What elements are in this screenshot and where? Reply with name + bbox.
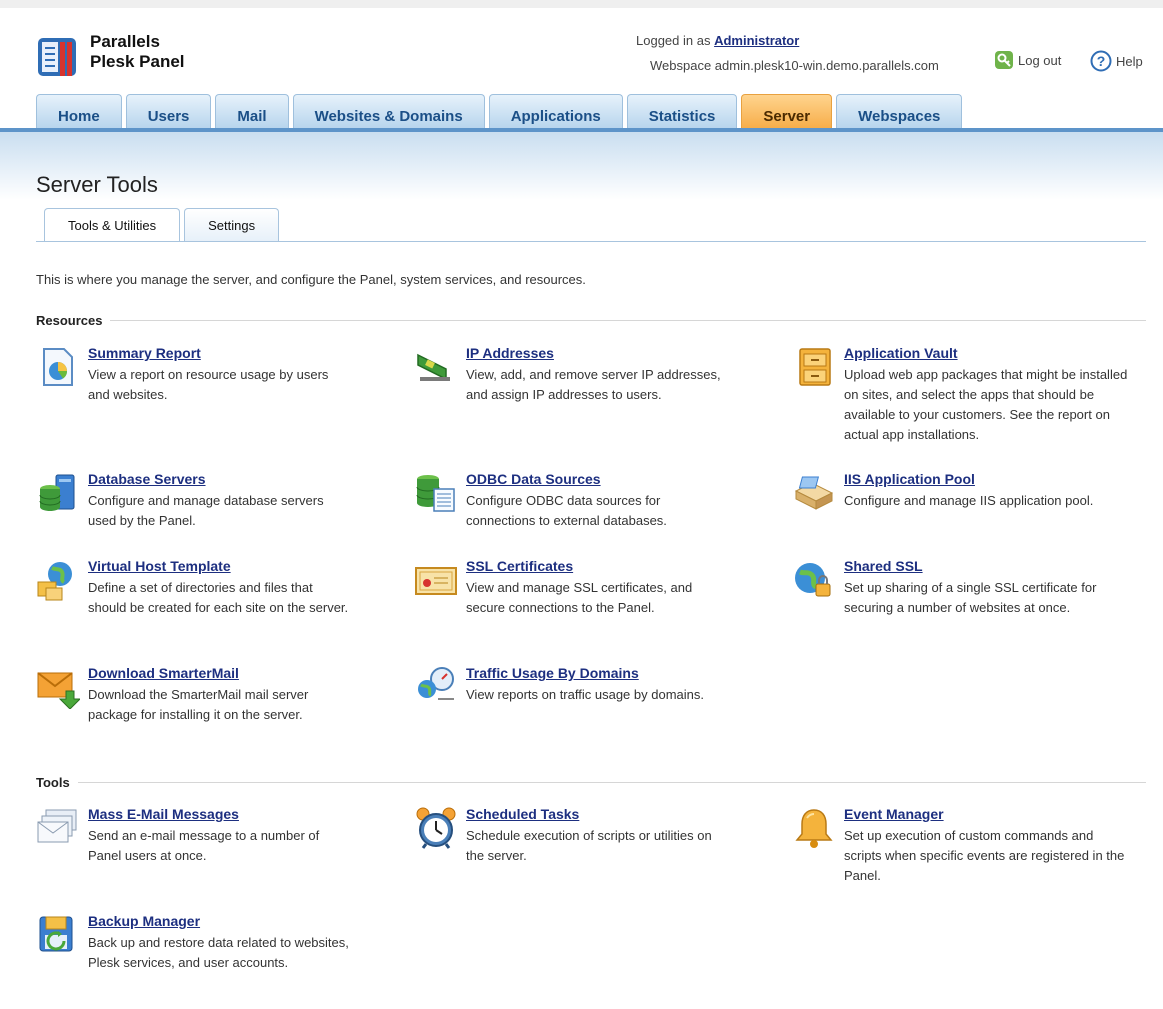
logged-in-info: Logged in as Administrator [636,33,799,48]
odbc-data-sources-desc: Configure ODBC data sources for connecti… [466,493,667,528]
summary-report-desc: View a report on resource usage by users… [88,367,329,402]
item-virtual-host-template: Virtual Host Template Define a set of di… [36,558,348,632]
item-scheduled-tasks: Scheduled Tasks Schedule execution of sc… [414,806,714,880]
item-download-smartermail: Download SmarterMail Download the Smarte… [36,665,336,739]
download-mail-icon [37,672,80,709]
backup-manager-link[interactable]: Backup Manager [88,913,200,929]
mass-email-link[interactable]: Mass E-Mail Messages [88,806,239,822]
header: Parallels Plesk Panel Logged in as Admin… [0,8,1163,138]
database-servers-desc: Configure and manage database servers us… [88,493,324,528]
subtab-settings[interactable]: Settings [184,208,280,242]
iis-application-pool-desc: Configure and manage IIS application poo… [844,493,1094,508]
event-manager-desc: Set up execution of custom commands and … [844,828,1125,883]
host-template-icon [37,562,72,601]
traffic-icon [418,667,454,700]
svg-text:?: ? [1097,53,1106,69]
help-link[interactable]: ? Help [1090,50,1143,72]
event-manager-link[interactable]: Event Manager [844,806,944,822]
scheduled-tasks-desc: Schedule execution of scripts or utiliti… [466,828,712,863]
download-smartermail-desc: Download the SmarterMail mail server pac… [88,687,309,722]
network-card-icon [417,353,450,381]
scheduled-tasks-link[interactable]: Scheduled Tasks [466,806,579,822]
item-traffic-usage: Traffic Usage By Domains View reports on… [414,665,714,739]
key-icon [995,51,1013,69]
vault-icon [799,348,831,386]
page-title: Server Tools [36,172,158,197]
app-pool-icon [794,476,834,510]
ip-addresses-desc: View, add, and remove server IP addresse… [466,367,721,402]
virtual-host-template-desc: Define a set of directories and files th… [88,580,349,615]
item-iis-application-pool: IIS Application Pool Configure and manag… [792,471,1093,545]
certificate-icon [415,567,457,595]
backup-icon [39,916,73,952]
item-shared-ssl: Shared SSL Set up sharing of a single SS… [792,558,1096,632]
traffic-usage-link[interactable]: Traffic Usage By Domains [466,665,639,681]
item-application-vault: Application Vault Upload web app package… [792,345,1127,442]
webspace-info: Webspace admin.plesk10-win.demo.parallel… [650,58,939,73]
tools-heading: Tools [36,775,1146,790]
summary-report-link[interactable]: Summary Report [88,345,201,361]
mass-email-desc: Send an e-mail message to a number of Pa… [88,828,320,863]
item-ip-addresses: IP Addresses View, add, and remove serve… [414,345,721,419]
subtab-divider [36,241,1146,242]
summary-report-icon [43,348,73,386]
subtab-tools-utilities[interactable]: Tools & Utilities [44,208,181,242]
ssl-certificates-desc: View and manage SSL certificates, and se… [466,580,693,615]
bell-icon [795,809,833,848]
tools-heading-label: Tools [36,775,70,790]
tools-rule [77,782,1146,783]
resources-heading: Resources [36,313,1146,328]
iis-application-pool-link[interactable]: IIS Application Pool [844,471,975,487]
logged-in-prefix: Logged in as [636,33,711,48]
odbc-icon [416,475,455,512]
odbc-data-sources-link[interactable]: ODBC Data Sources [466,471,601,487]
backup-manager-desc: Back up and restore data related to webs… [88,935,349,970]
database-server-icon [39,474,75,511]
mass-mail-icon [37,809,77,843]
help-label: Help [1116,53,1143,69]
item-mass-email: Mass E-Mail Messages Send an e-mail mess… [36,806,336,880]
virtual-host-template-link[interactable]: Virtual Host Template [88,558,231,574]
plesk-logo-icon [38,38,76,76]
item-odbc-data-sources: ODBC Data Sources Configure ODBC data so… [414,471,714,545]
traffic-usage-desc: View reports on traffic usage by domains… [466,687,704,702]
item-database-servers: Database Servers Configure and manage da… [36,471,336,545]
top-strip [0,0,1163,8]
user-link[interactable]: Administrator [714,33,799,48]
download-smartermail-link[interactable]: Download SmarterMail [88,665,239,681]
item-backup-manager: Backup Manager Back up and restore data … [36,913,349,987]
ssl-certificates-link[interactable]: SSL Certificates [466,558,573,574]
brand-name: Parallels Plesk Panel [90,32,185,72]
brand-line1: Parallels [90,32,160,51]
intro-text: This is where you manage the server, and… [36,272,586,287]
logout-link[interactable]: Log out [994,50,1061,70]
shared-ssl-icon [795,563,831,597]
ip-addresses-link[interactable]: IP Addresses [466,345,554,361]
application-vault-link[interactable]: Application Vault [844,345,958,361]
item-ssl-certificates: SSL Certificates View and manage SSL cer… [414,558,714,632]
item-summary-report: Summary Report View a report on resource… [36,345,336,419]
title-band [0,132,1163,200]
sub-tabs: Tools & Utilities Settings [44,208,280,242]
brand-line2: Plesk Panel [90,52,185,71]
logout-label: Log out [1018,52,1062,68]
database-servers-link[interactable]: Database Servers [88,471,206,487]
alarm-clock-icon [416,807,456,849]
shared-ssl-desc: Set up sharing of a single SSL certifica… [844,580,1097,615]
resources-heading-label: Resources [36,313,103,328]
item-event-manager: Event Manager Set up execution of custom… [792,806,1124,883]
application-vault-desc: Upload web app packages that might be in… [844,367,1128,442]
help-icon: ? [1090,50,1112,72]
resources-rule [110,320,1146,321]
shared-ssl-link[interactable]: Shared SSL [844,558,923,574]
